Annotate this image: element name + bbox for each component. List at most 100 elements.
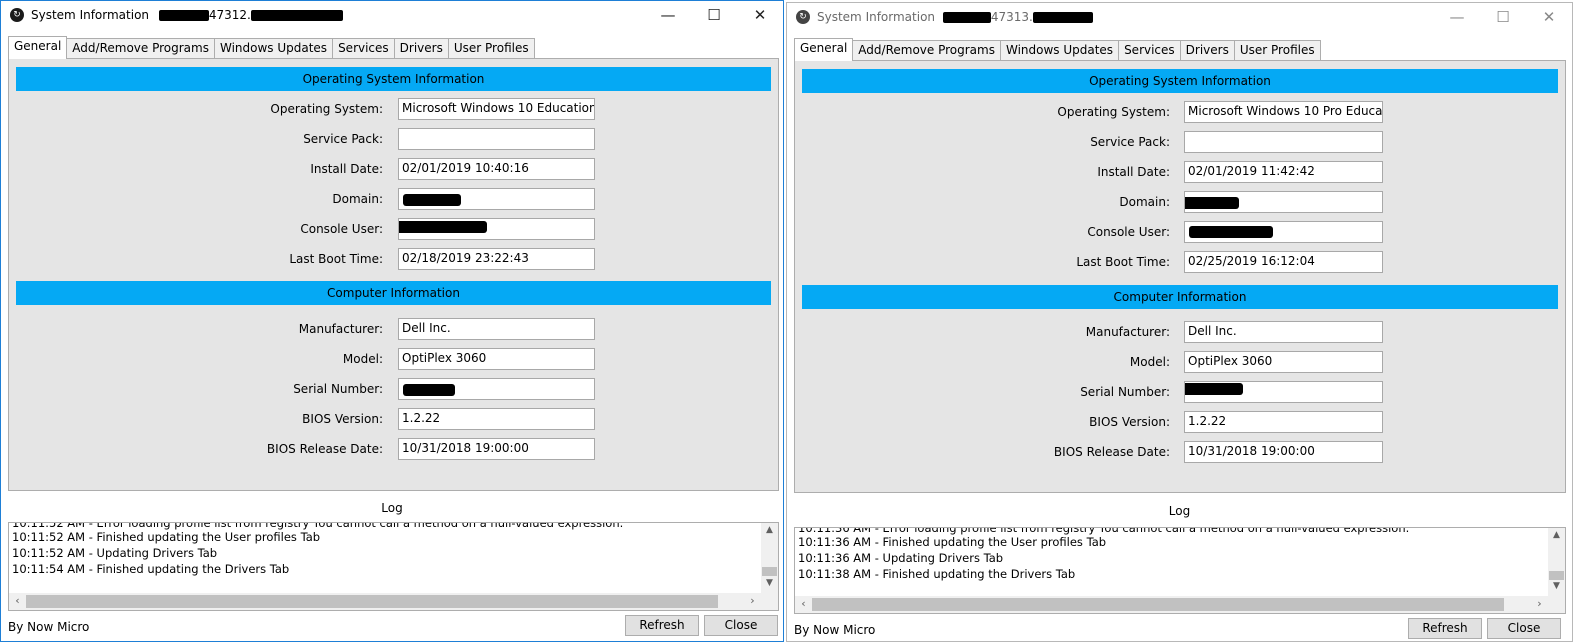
window-title: System Information 47312. [31, 8, 343, 22]
field-row-console-user: Console User: [795, 221, 1565, 243]
tab-windows-updates[interactable]: Windows Updates [214, 38, 334, 59]
last-boot-time-field[interactable]: 02/18/2019 23:22:43 [398, 248, 595, 270]
redacted-block [1189, 226, 1273, 238]
redacted-block [1185, 197, 1239, 209]
log-label: Log [1168, 504, 1191, 518]
close-icon[interactable]: ✕ [1526, 3, 1572, 33]
scroll-up-icon[interactable]: ▲ [761, 525, 778, 535]
operating-system-field[interactable]: Microsoft Windows 10 Education [398, 98, 595, 120]
bios-release-date-field[interactable]: 10/31/2018 19:00:00 [398, 438, 595, 460]
computer-section-header: Computer Information [16, 281, 771, 305]
credit-text: By Now Micro [794, 623, 876, 637]
scroll-down-icon[interactable]: ▼ [761, 578, 778, 588]
tab-add-remove-programs[interactable]: Add/Remove Programs [853, 40, 1001, 61]
field-row-install-date: Install Date: 02/01/2019 10:40:16 [9, 158, 778, 180]
serial-number-field[interactable] [398, 378, 595, 400]
console-user-field[interactable] [1184, 221, 1383, 243]
serial-number-field[interactable] [1184, 381, 1383, 403]
field-label: Service Pack: [303, 132, 383, 146]
field-row-bios-release-date: BIOS Release Date: 10/31/2018 19:00:00 [9, 438, 778, 460]
bios-release-date-field[interactable]: 10/31/2018 19:00:00 [1184, 441, 1383, 463]
refresh-button[interactable]: Refresh [625, 615, 699, 636]
field-row-last-boot-time: Last Boot Time: 02/18/2019 23:22:43 [9, 248, 778, 270]
manufacturer-field[interactable]: Dell Inc. [398, 318, 595, 340]
field-row-model: Model: OptiPlex 3060 [795, 351, 1565, 373]
close-button[interactable]: Close [1487, 618, 1561, 639]
operating-system-field[interactable]: Microsoft Windows 10 Pro Education [1184, 101, 1383, 123]
field-row-service-pack: Service Pack: [9, 128, 778, 150]
vertical-scrollbar[interactable]: ▲ ▼ [761, 523, 778, 593]
field-label: Serial Number: [1080, 385, 1170, 399]
redacted-block [399, 221, 487, 233]
minimize-icon[interactable]: — [1434, 3, 1480, 33]
log-box[interactable]: 10:11:52 AM - Error loading profile list… [8, 522, 779, 611]
tab-add-remove-programs[interactable]: Add/Remove Programs [67, 38, 215, 59]
field-label: Operating System: [270, 102, 383, 116]
field-row-service-pack: Service Pack: [795, 131, 1565, 153]
field-label: Serial Number: [293, 382, 383, 396]
maximize-icon[interactable]: ☐ [1480, 3, 1526, 33]
horizontal-scrollbar[interactable]: ‹ › [795, 596, 1565, 613]
log-line: 10:11:54 AM - Finished updating the Driv… [12, 562, 290, 576]
field-row-install-date: Install Date: 02/01/2019 11:42:42 [795, 161, 1565, 183]
manufacturer-field[interactable]: Dell Inc. [1184, 321, 1383, 343]
scroll-left-icon[interactable]: ‹ [795, 597, 812, 610]
redacted-block [250, 10, 343, 21]
window-controls: — ☐ ✕ [1434, 3, 1572, 33]
title-bar[interactable]: ↻ System Information 47312. — ☐ ✕ [1, 1, 783, 31]
tab-drivers[interactable]: Drivers [1180, 40, 1235, 61]
close-icon[interactable]: ✕ [737, 1, 783, 31]
scrollbar-thumb[interactable] [26, 595, 718, 608]
scroll-down-icon[interactable]: ▼ [1548, 581, 1565, 591]
install-date-field[interactable]: 02/01/2019 10:40:16 [398, 158, 595, 180]
tab-general[interactable]: General [794, 38, 854, 61]
field-label: BIOS Version: [1089, 415, 1170, 429]
field-row-serial-number: Serial Number: [9, 378, 778, 400]
scroll-up-icon[interactable]: ▲ [1548, 530, 1565, 540]
domain-field[interactable] [398, 188, 595, 210]
log-line: 10:11:38 AM - Finished updating the Driv… [798, 567, 1076, 581]
window-controls: — ☐ ✕ [645, 1, 783, 31]
tab-drivers[interactable]: Drivers [394, 38, 449, 59]
model-field[interactable]: OptiPlex 3060 [398, 348, 595, 370]
window-title: System Information 47313. [817, 10, 1093, 24]
log-box[interactable]: 10:11:36 AM - Error loading profile list… [794, 527, 1566, 614]
bios-version-field[interactable]: 1.2.22 [1184, 411, 1383, 433]
install-date-field[interactable]: 02/01/2019 11:42:42 [1184, 161, 1383, 183]
os-section-header: Operating System Information [16, 67, 771, 91]
title-bar[interactable]: ↻ System Information 47313. — ☐ ✕ [787, 3, 1572, 33]
tab-bar: General Add/Remove Programs Windows Upda… [8, 36, 535, 59]
model-field[interactable]: OptiPlex 3060 [1184, 351, 1383, 373]
service-pack-field[interactable] [398, 128, 595, 150]
service-pack-field[interactable] [1184, 131, 1383, 153]
console-user-field[interactable] [398, 218, 595, 240]
vertical-scrollbar[interactable]: ▲ ▼ [1548, 528, 1565, 596]
tab-user-profiles[interactable]: User Profiles [1234, 40, 1321, 61]
app-icon: ↻ [10, 8, 24, 22]
scrollbar-thumb[interactable] [812, 598, 1504, 611]
tab-windows-updates[interactable]: Windows Updates [1000, 40, 1120, 61]
field-label: Manufacturer: [298, 322, 383, 336]
scroll-right-icon[interactable]: › [1531, 597, 1548, 610]
scrollbar-thumb[interactable] [1549, 571, 1564, 580]
bios-version-field[interactable]: 1.2.22 [398, 408, 595, 430]
last-boot-time-field[interactable]: 02/25/2019 16:12:04 [1184, 251, 1383, 273]
tab-general[interactable]: General [8, 36, 68, 59]
refresh-button[interactable]: Refresh [1408, 618, 1482, 639]
general-panel: Operating System Information Operating S… [794, 60, 1566, 493]
minimize-icon[interactable]: — [645, 1, 691, 31]
scroll-left-icon[interactable]: ‹ [9, 594, 26, 607]
close-button[interactable]: Close [704, 615, 778, 636]
window-title-text: System Information [817, 10, 936, 24]
tab-services[interactable]: Services [333, 38, 395, 59]
scroll-right-icon[interactable]: › [744, 594, 761, 607]
tab-services[interactable]: Services [1119, 40, 1181, 61]
horizontal-scrollbar[interactable]: ‹ › [9, 593, 778, 610]
system-info-window-2: ↻ System Information 47313. — ☐ ✕ Genera… [786, 2, 1573, 642]
scrollbar-thumb[interactable] [762, 567, 777, 576]
tab-user-profiles[interactable]: User Profiles [448, 38, 535, 59]
domain-field[interactable] [1184, 191, 1383, 213]
maximize-icon[interactable]: ☐ [691, 1, 737, 31]
field-label: Last Boot Time: [1076, 255, 1170, 269]
field-label: Manufacturer: [1085, 325, 1170, 339]
